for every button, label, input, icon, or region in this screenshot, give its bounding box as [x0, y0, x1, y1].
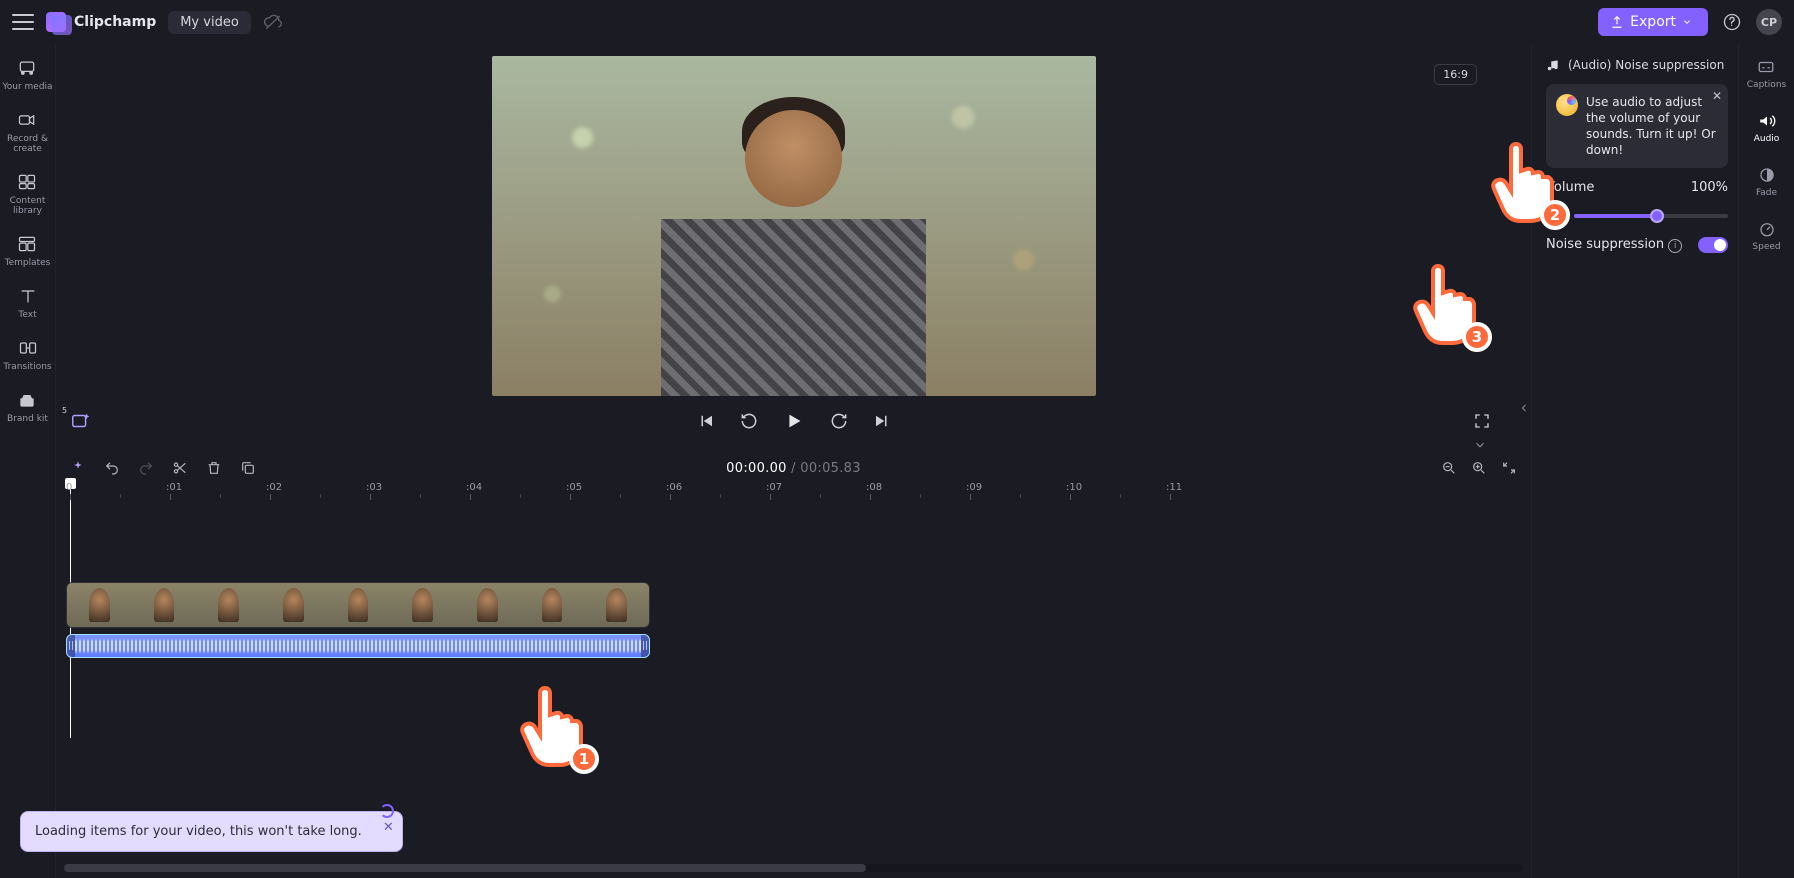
toast-text: Loading items for your video, this won't… — [35, 824, 362, 839]
timeline-ruler[interactable]: 0 :01 :02 :03 :04 :05 :06 :07 :08 :09 :10 :11 — [64, 482, 1523, 512]
clip-handle-right[interactable]: || — [641, 635, 649, 657]
nav-label: Brand kit — [7, 414, 48, 424]
video-clip[interactable] — [66, 582, 650, 628]
audio-tip: Use audio to adjust the volume of your s… — [1546, 84, 1728, 168]
volume-label: Volume — [1546, 180, 1594, 195]
nav-text[interactable]: Text — [18, 286, 38, 320]
export-button[interactable]: Export — [1598, 8, 1708, 36]
audio-clip[interactable]: || || — [66, 634, 650, 658]
nav-label: Your media — [2, 82, 52, 92]
ruler-label: :08 — [866, 482, 882, 493]
help-icon[interactable] — [1720, 10, 1744, 34]
tab-captions[interactable]: Captions — [1747, 58, 1786, 90]
nav-your-media[interactable]: Your media — [2, 58, 52, 92]
tab-label: Audio — [1754, 134, 1780, 144]
nav-content-library[interactable]: Content library — [10, 172, 46, 216]
tip-text: Use audio to adjust the volume of your s… — [1586, 94, 1718, 158]
close-icon[interactable]: ✕ — [383, 820, 394, 835]
video-preview[interactable] — [492, 56, 1096, 396]
ruler-label: :11 — [1166, 482, 1182, 493]
nav-brand-kit[interactable]: Brand kit — [7, 390, 48, 424]
tab-label: Speed — [1752, 242, 1780, 252]
export-label: Export — [1630, 14, 1676, 30]
nav-templates[interactable]: Templates — [5, 234, 51, 268]
ruler-label: :10 — [1066, 482, 1082, 493]
tab-fade[interactable]: Fade — [1756, 166, 1777, 198]
clip-handle-left[interactable]: || — [67, 635, 75, 657]
redo-icon[interactable] — [138, 460, 154, 476]
brand-name: Clipchamp — [74, 14, 156, 30]
project-name-pill[interactable]: My video — [168, 11, 251, 34]
nav-label: Transitions — [3, 362, 51, 372]
tab-label: Fade — [1756, 188, 1777, 198]
timecode: 00:00.00 / 00:05.83 — [726, 461, 861, 476]
ruler-label: :04 — [466, 482, 482, 493]
tab-audio[interactable]: Audio — [1754, 112, 1780, 144]
tab-speed[interactable]: Speed — [1752, 220, 1780, 252]
noise-suppression-toggle[interactable] — [1698, 237, 1728, 253]
timeline-scrollbar[interactable] — [64, 864, 1523, 872]
right-sidebar: Captions Audio Fade Speed — [1738, 44, 1794, 878]
ruler-label: :02 — [266, 482, 282, 493]
nav-record-create[interactable]: Record & create — [7, 110, 48, 154]
ruler-label: :07 — [766, 482, 782, 493]
nav-label: Text — [18, 310, 36, 320]
waveform — [75, 635, 641, 657]
ruler-label: :06 — [666, 482, 682, 493]
left-sidebar: Your media Record & create Content libra… — [0, 44, 56, 878]
volume-slider[interactable] — [1574, 214, 1728, 218]
ai-sparkle-icon[interactable] — [70, 410, 92, 432]
scrollbar-thumb[interactable] — [64, 864, 866, 872]
brand-logo — [46, 12, 66, 32]
collapse-right-icon[interactable] — [1518, 402, 1530, 414]
party-emoji-icon — [1556, 94, 1578, 116]
nav-label: Content library — [10, 196, 46, 216]
delete-icon[interactable] — [206, 460, 222, 476]
nav-label: Record & create — [7, 134, 48, 154]
ruler-label: :05 — [566, 482, 582, 493]
timeline-tracks[interactable]: || || — [64, 582, 1523, 712]
user-avatar[interactable]: CP — [1756, 9, 1782, 35]
close-icon[interactable]: ✕ — [1712, 88, 1722, 104]
ai-icon[interactable] — [70, 460, 86, 476]
ruler-label: 0 — [66, 482, 72, 493]
skip-start-icon[interactable] — [697, 412, 715, 430]
nav-transitions[interactable]: Transitions — [3, 338, 51, 372]
fullscreen-icon[interactable] — [1473, 412, 1491, 430]
menu-button[interactable] — [12, 14, 34, 30]
playback-controls: 5 — [56, 400, 1531, 438]
speaker-icon[interactable] — [1546, 207, 1564, 225]
rewind-5-icon[interactable]: 5 — [739, 411, 759, 431]
undo-icon[interactable] — [104, 460, 120, 476]
panel-title: (Audio) Noise suppression — [1546, 58, 1728, 72]
editor-main: 16:9 5 — [56, 44, 1531, 878]
play-button[interactable] — [783, 410, 805, 432]
properties-panel: (Audio) Noise suppression Use audio to a… — [1531, 44, 1738, 878]
ruler-label: :01 — [166, 482, 182, 493]
zoom-out-icon[interactable] — [1441, 460, 1457, 476]
noise-suppression-label: Noise suppressioni — [1546, 237, 1682, 253]
skip-end-icon[interactable] — [873, 412, 891, 430]
split-icon[interactable] — [172, 460, 188, 476]
timeline-toolbar: 00:00.00 / 00:05.83 — [56, 454, 1531, 482]
tab-label: Captions — [1747, 80, 1786, 90]
loading-toast: Loading items for your video, this won't… — [20, 811, 403, 852]
nav-label: Templates — [5, 258, 51, 268]
cloud-sync-icon[interactable] — [263, 12, 283, 32]
ruler-label: :03 — [366, 482, 382, 493]
volume-value: 100% — [1691, 180, 1728, 195]
top-bar: Clipchamp My video Export CP — [0, 0, 1794, 44]
slider-knob[interactable] — [1650, 209, 1664, 223]
ruler-label: :09 — [966, 482, 982, 493]
collapse-timeline-icon[interactable] — [1473, 438, 1487, 454]
info-icon[interactable]: i — [1668, 239, 1682, 253]
spinner-icon — [380, 804, 394, 818]
duplicate-icon[interactable] — [240, 460, 256, 476]
zoom-in-icon[interactable] — [1471, 460, 1487, 476]
fit-timeline-icon[interactable] — [1501, 460, 1517, 476]
forward-5-icon[interactable] — [829, 411, 849, 431]
